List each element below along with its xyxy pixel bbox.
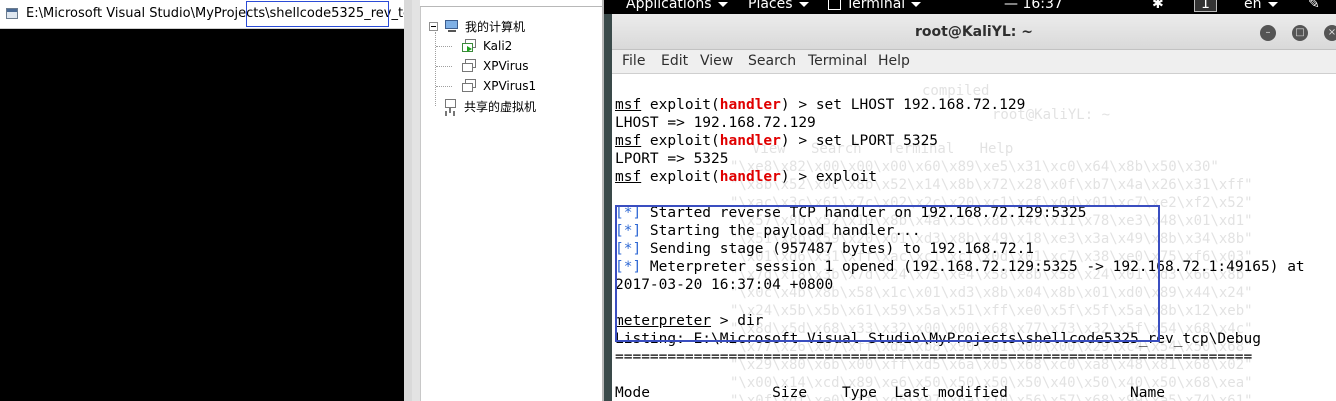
tree-guide-line <box>436 86 452 87</box>
chevron-down-icon <box>798 1 809 7</box>
clock[interactable]: — 16:37 <box>1004 0 1063 12</box>
tree-item-label: 共享的虚拟机 <box>464 99 537 114</box>
terminal-title: root@KaliYL: ~ <box>915 24 1033 40</box>
output-line: ========================================… <box>615 349 1253 365</box>
console-titlebar[interactable]: E:\Microsoft Visual Studio\MyProjects\sh… <box>0 0 470 29</box>
tree-item-xpvirus1[interactable]: XPVirus1 <box>462 77 536 95</box>
tree-guide-line <box>436 46 452 47</box>
workspace-indicator[interactable]: 1 <box>1194 0 1217 12</box>
prompt-context: exploit( <box>641 133 720 149</box>
tree-item-label: 我的计算机 <box>465 19 526 34</box>
vm-library-pane: 我的计算机 Kali2 XPVirus XPVirus1 共享的虚拟机 <box>412 0 604 401</box>
prompt-context-close: ) <box>780 169 790 185</box>
output-line: LPORT => 5325 <box>615 151 729 167</box>
language-menu[interactable]: en <box>1244 0 1278 12</box>
close-button[interactable]: × <box>1324 25 1336 41</box>
terminal-window[interactable]: root@KaliYL: ~ – □ × File Edit View Sear… <box>612 14 1336 401</box>
terminal-titlebar[interactable]: root@KaliYL: ~ – □ × <box>612 14 1336 50</box>
console-window-edge <box>404 0 412 401</box>
module-name: handler <box>719 133 781 149</box>
msf-prompt: msf <box>615 133 642 149</box>
computer-icon <box>444 19 460 33</box>
language-label: en <box>1244 0 1262 12</box>
module-name: handler <box>719 97 781 113</box>
tree-item-my-computer[interactable]: 我的计算机 <box>429 17 525 35</box>
msf-prompt: msf <box>615 169 642 185</box>
chevron-down-icon <box>1267 1 1278 7</box>
tree-item-kali2[interactable]: Kali2 <box>462 37 512 55</box>
tree-item-label: XPVirus <box>483 59 529 73</box>
library-scroll-strip[interactable] <box>412 0 421 401</box>
menu-search[interactable]: Search <box>748 53 796 69</box>
menu-edit[interactable]: Edit <box>661 53 688 69</box>
terminal-app-menu[interactable]: Terminal <box>828 0 922 12</box>
chevron-down-icon <box>717 1 728 7</box>
vm-running-icon <box>462 39 478 53</box>
menu-view[interactable]: View <box>700 53 733 69</box>
terminal-menubar: File Edit View Search Terminal Help <box>612 50 1336 74</box>
terminal-icon <box>828 0 841 10</box>
menu-help[interactable]: Help <box>878 53 910 69</box>
tree-item-xpvirus[interactable]: XPVirus <box>462 57 529 75</box>
gnome-top-bar: Applications Places Terminal — 16:37 ✱ 1… <box>604 0 1336 14</box>
prompt-context-close: ) <box>780 133 790 149</box>
chevron-down-icon <box>911 1 922 7</box>
pencil-icon[interactable]: ✎ <box>1308 0 1320 12</box>
console-app-icon <box>6 8 18 19</box>
terminal-output[interactable]: compiled root@KaliYL: ~ View Search Termin… <box>612 74 1336 401</box>
msf-prompt: msf <box>615 97 642 113</box>
menu-terminal[interactable]: Terminal <box>808 53 867 69</box>
places-label: Places <box>748 0 793 12</box>
module-name: handler <box>719 169 781 185</box>
output-selection-highlight <box>615 205 1160 342</box>
tree-item-shared-vms[interactable]: 共享的虚拟机 <box>443 97 536 115</box>
tree-guide-line <box>435 32 436 106</box>
vm-icon <box>462 59 478 73</box>
tree-guide-line <box>436 66 452 67</box>
library-search-box[interactable] <box>420 0 604 7</box>
tree-item-label: XPVirus1 <box>483 79 537 93</box>
msf-command-line: msf exploit(handler) > set LPORT 5325 <box>615 132 938 150</box>
collapse-icon[interactable] <box>429 21 438 31</box>
menu-file[interactable]: File <box>622 53 645 69</box>
maximize-button[interactable]: □ <box>1292 25 1308 41</box>
vm-icon <box>462 79 478 93</box>
prompt-context: exploit( <box>641 169 720 185</box>
msf-command-line: msf exploit(handler) > exploit <box>615 168 877 186</box>
applications-label: Applications <box>626 0 712 12</box>
workspace-number: 1 <box>1194 0 1217 12</box>
prompt-context-close: ) <box>780 97 790 113</box>
prompt-context: exploit( <box>641 97 720 113</box>
msf-command-line: msf exploit(handler) > set LHOST 192.168… <box>615 96 1025 114</box>
applications-menu[interactable]: Applications <box>626 0 728 12</box>
command-text: > set LHOST 192.168.72.129 <box>789 97 1026 113</box>
title-selection-highlight <box>246 1 389 27</box>
command-text: > exploit <box>789 169 877 185</box>
output-line: LHOST => 192.168.72.129 <box>615 115 816 131</box>
shared-vm-icon <box>443 99 459 113</box>
minimize-button[interactable]: – <box>1260 25 1276 41</box>
places-menu[interactable]: Places <box>748 0 809 12</box>
paw-icon[interactable]: ✱ <box>1152 0 1164 12</box>
clock-time: 16:37 <box>1022 0 1063 12</box>
tree-item-label: Kali2 <box>483 39 513 53</box>
terminal-label: Terminal <box>846 0 906 12</box>
output-line: Mode Size Type Last modified Name <box>615 385 1165 401</box>
console-window[interactable]: E:\Microsoft Visual Studio\MyProjects\sh… <box>0 0 470 401</box>
command-text: > set LPORT 5325 <box>789 133 939 149</box>
